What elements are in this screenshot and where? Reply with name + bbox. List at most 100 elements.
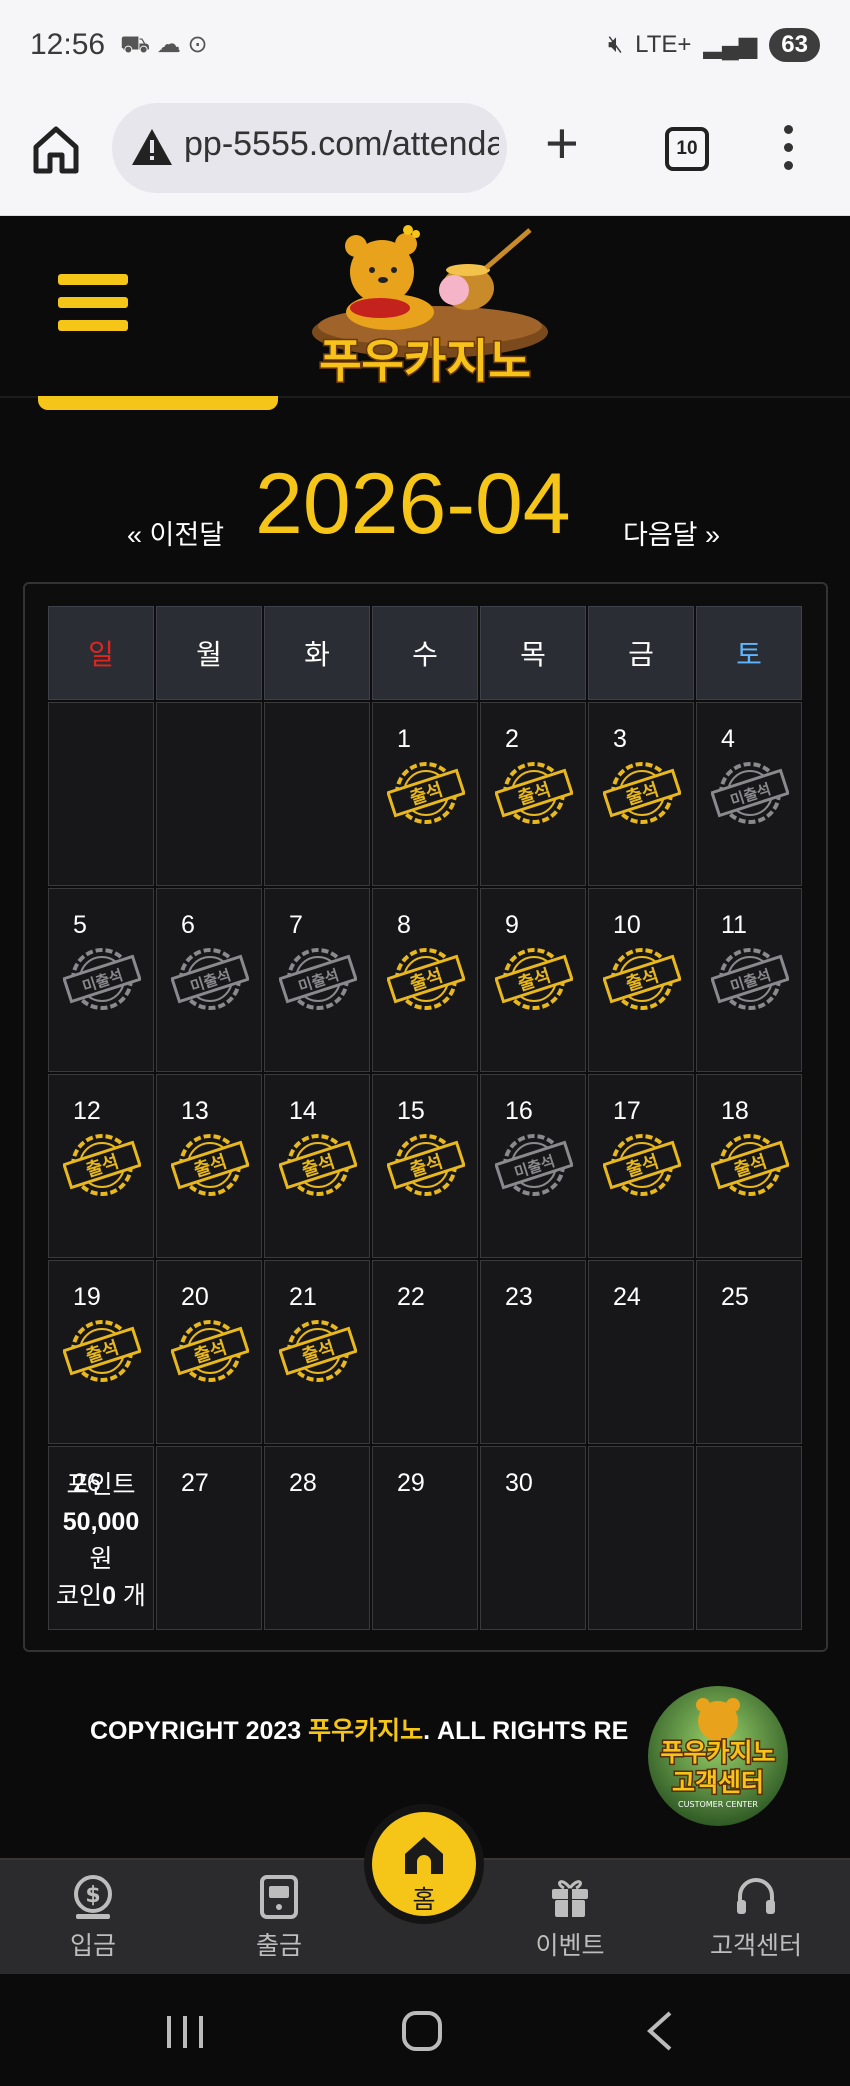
calendar-day-cell[interactable]: 29 <box>372 1446 478 1630</box>
calendar-week-row: 12 출석 13 출석 14 출석 15 출석 16 미출석 17 출석 18 출석 <box>48 1074 804 1260</box>
calendar-day-cell[interactable]: 18 출석 <box>696 1074 802 1258</box>
url-text[interactable]: pp-5555.com/attendance <box>184 125 499 169</box>
nav-support-label: 고객센터 <box>709 1932 802 1960</box>
day-number: 21 <box>289 1283 317 1311</box>
nav-deposit[interactable]: $ 입금 <box>33 1874 153 1962</box>
day-number: 14 <box>289 1097 317 1125</box>
day-number: 15 <box>397 1097 425 1125</box>
calendar-day-cell[interactable]: 11 미출석 <box>696 888 802 1072</box>
calendar-day-cell[interactable]: 4 미출석 <box>696 702 802 886</box>
nav-withdraw[interactable]: 출금 <box>219 1874 339 1962</box>
attended-stamp-icon: 출석 <box>387 948 465 1010</box>
calendar-day-cell[interactable]: 27 <box>156 1446 262 1630</box>
day-number: 7 <box>289 911 303 939</box>
day-number: 18 <box>721 1097 749 1125</box>
warning-icon[interactable] <box>130 127 174 167</box>
address-bar[interactable]: pp-5555.com/attendance <box>112 103 507 193</box>
cs-badge-subtitle: 고객센터 <box>672 1768 764 1797</box>
calendar-day-cell[interactable]: 17 출석 <box>588 1074 694 1258</box>
hamburger-menu-icon[interactable] <box>58 274 128 334</box>
calendar-day-cell[interactable]: 21 출석 <box>264 1260 370 1444</box>
calendar-day-cell <box>48 702 154 886</box>
calendar-day-cell[interactable]: 20 출석 <box>156 1260 262 1444</box>
day-number: 9 <box>505 911 519 939</box>
nav-event[interactable]: 이벤트 <box>510 1874 630 1962</box>
nav-home[interactable]: 홈 <box>372 1812 476 1916</box>
active-tab-indicator <box>38 396 278 410</box>
calendar-day-cell[interactable]: 9 출석 <box>480 888 586 1072</box>
new-tab-icon[interactable]: + <box>545 115 579 173</box>
calendar-day-cell[interactable]: 24 <box>588 1260 694 1444</box>
month-navigation: « 이전달 2026-04 다음달 » <box>0 455 850 555</box>
reward-coin-label: 코인 <box>56 1582 103 1610</box>
day-number: 17 <box>613 1097 641 1125</box>
day-number: 25 <box>721 1283 749 1311</box>
reward-coin-unit: 개 <box>122 1582 146 1610</box>
day-number: 27 <box>181 1469 209 1497</box>
gift-icon <box>552 1880 588 1917</box>
calendar-day-cell[interactable]: 14 출석 <box>264 1074 370 1258</box>
svg-text:푸우카지노: 푸우카지노 <box>319 334 531 388</box>
site-logo[interactable]: 푸우카지노 <box>290 220 560 392</box>
site-header: 푸우카지노 <box>0 216 850 398</box>
calendar-day-cell[interactable]: 19 출석 <box>48 1260 154 1444</box>
home-icon <box>405 1837 443 1874</box>
calendar-day-cell[interactable]: 30 <box>480 1446 586 1630</box>
recent-apps-icon[interactable] <box>165 2014 205 2050</box>
customer-center-badge[interactable]: 푸우카지노 고객센터 CUSTOMER CENTER <box>645 1683 791 1829</box>
reward-unit: 원 <box>89 1545 113 1573</box>
day-number: 6 <box>181 911 195 939</box>
status-right: 🔇︎ LTE+ ▂▄▆ 63 <box>608 28 820 62</box>
day-number: 2 <box>505 725 519 753</box>
nav-withdraw-label: 출금 <box>255 1932 302 1960</box>
attended-stamp-icon: 출석 <box>603 1134 681 1196</box>
tab-count-button[interactable]: 10 <box>665 127 709 171</box>
calendar-day-cell[interactable]: 2 출석 <box>480 702 586 886</box>
calendar-day-cell[interactable]: 15 출석 <box>372 1074 478 1258</box>
calendar-day-cell[interactable]: 6 미출석 <box>156 888 262 1072</box>
calendar-day-cell <box>156 702 262 886</box>
calendar-day-cell[interactable]: 3 출석 <box>588 702 694 886</box>
calendar-day-cell[interactable]: 7 미출석 <box>264 888 370 1072</box>
calendar-body: 1 출석 2 출석 3 출석 4 미출석 5 미출석 6 미출석 7 미출석 8 출석 9 출석 10 출석 11 미출석… <box>48 702 804 1632</box>
absent-stamp-icon: 미출석 <box>279 948 357 1010</box>
cs-badge-english: CUSTOMER CENTER <box>678 1800 758 1809</box>
calendar-day-cell[interactable]: 25 <box>696 1260 802 1444</box>
atm-icon <box>260 1875 298 1919</box>
status-bar: 12:56 ⛟ ☁ ⊙ 🔇︎ LTE+ ▂▄▆ 63 <box>0 0 850 95</box>
calendar-week-row: 1 출석 2 출석 3 출석 4 미출석 <box>48 702 804 888</box>
attended-stamp-icon: 출석 <box>171 1134 249 1196</box>
day-number: 10 <box>613 911 641 939</box>
calendar-day-cell[interactable]: 26 포인트 50,000 원 코인0 개 <box>48 1446 154 1630</box>
home-icon[interactable] <box>30 123 82 175</box>
attended-stamp-icon: 출석 <box>387 1134 465 1196</box>
notification-icons: ⛟ ☁ ⊙ <box>120 31 208 58</box>
nav-support[interactable]: 고객센터 <box>696 1874 816 1962</box>
prev-month-link[interactable]: « 이전달 <box>127 513 224 552</box>
day-number: 28 <box>289 1469 317 1497</box>
nav-home-label: 홈 <box>412 1886 436 1914</box>
calendar-day-cell[interactable]: 8 출석 <box>372 888 478 1072</box>
browser-toolbar: pp-5555.com/attendance + 10 <box>0 95 850 216</box>
attended-stamp-icon: 출석 <box>387 762 465 824</box>
next-month-link[interactable]: 다음달 » <box>623 513 720 552</box>
calendar-day-cell[interactable]: 22 <box>372 1260 478 1444</box>
calendar-day-cell[interactable]: 16 미출석 <box>480 1074 586 1258</box>
mute-icon: 🔇︎ <box>608 31 624 58</box>
weekday-sun: 일 <box>48 606 154 700</box>
calendar-day-cell[interactable]: 23 <box>480 1260 586 1444</box>
attended-stamp-icon: 출석 <box>603 762 681 824</box>
system-home-icon[interactable] <box>401 2010 443 2052</box>
calendar-day-cell[interactable]: 10 출석 <box>588 888 694 1072</box>
calendar-day-cell[interactable]: 28 <box>264 1446 370 1630</box>
calendar-day-cell[interactable]: 5 미출석 <box>48 888 154 1072</box>
headset-icon <box>737 1878 775 1914</box>
browser-menu-icon[interactable] <box>784 125 794 179</box>
weekday-tue: 화 <box>264 606 370 700</box>
calendar-day-cell[interactable]: 13 출석 <box>156 1074 262 1258</box>
calendar-day-cell[interactable]: 1 출석 <box>372 702 478 886</box>
weekday-sat: 토 <box>696 606 802 700</box>
day-number: 3 <box>613 725 627 753</box>
back-icon[interactable] <box>644 2010 674 2052</box>
calendar-day-cell[interactable]: 12 출석 <box>48 1074 154 1258</box>
